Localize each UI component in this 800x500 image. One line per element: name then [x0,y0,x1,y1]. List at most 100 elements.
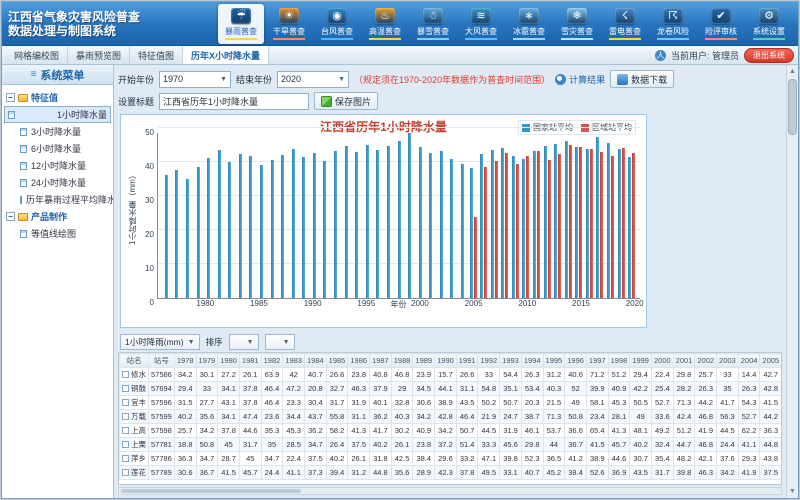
nav-item-6[interactable]: ≋大风普查 [458,4,504,44]
sort-field-select[interactable]: ▼ [229,334,259,350]
value-cell: 41.3 [608,424,630,438]
horizontal-scrollbar[interactable] [118,487,782,495]
nav-item-11[interactable]: ✔险评审核 [698,4,744,44]
col-header-station[interactable]: 站名 [120,354,149,368]
scroll-up-icon[interactable]: ▲ [787,66,798,77]
col-header-year[interactable]: 1993 [500,354,522,368]
col-header-year[interactable]: 1985 [326,354,348,368]
table-row[interactable]: 修水5758634.230.127.226.163.94240.726.623.… [120,368,783,382]
vertical-scrollbar-thumb[interactable] [788,79,797,135]
col-header-year[interactable]: 2000 [651,354,673,368]
collapse-icon[interactable]: − [6,212,15,221]
col-header-year[interactable]: 1981 [239,354,261,368]
row-checkbox[interactable] [122,399,129,406]
nav-item-4[interactable]: ♨高温普查 [362,4,408,44]
col-header-year[interactable]: 2005 [760,354,782,368]
col-header-year[interactable]: 1996 [565,354,587,368]
sort-order-select[interactable]: ▼ [265,334,295,350]
tree-item-1-6[interactable]: 历年暴雨过程平均降水量 [4,191,111,208]
value-cell: 52.7 [738,410,760,424]
calculate-button[interactable]: 计算结果 [555,73,605,86]
col-header-year[interactable]: 1998 [608,354,630,368]
col-header-year[interactable]: 1986 [348,354,370,368]
tree-item-2-1[interactable]: 等值线绘图 [4,225,111,242]
col-header-year[interactable]: 1979 [196,354,218,368]
nav-item-5[interactable]: ☃暴雪普查 [410,4,456,44]
scroll-down-icon[interactable]: ▼ [787,486,798,497]
table-row[interactable]: 上高5759825.734.237.844.635.345.336.258.24… [120,424,783,438]
table-row[interactable]: 萍乡5778636.334.728.74534.722.437.540.226.… [120,452,783,466]
nav-item-8[interactable]: ❄雪灾普查 [554,4,600,44]
row-checkbox[interactable] [122,427,129,434]
value-cell: 31.9 [500,424,522,438]
vertical-scrollbar[interactable]: ▲ ▼ [786,65,798,498]
x-tick-label: 1980 [196,299,214,308]
col-header-year[interactable]: 1982 [261,354,283,368]
row-checkbox[interactable] [122,441,129,448]
tab-3[interactable]: 特征值图 [130,46,183,64]
col-header-year[interactable]: 1983 [283,354,305,368]
col-header-year[interactable]: 2004 [738,354,760,368]
value-cell: 44.5 [478,424,500,438]
row-checkbox[interactable] [122,455,129,462]
tree-item-1-5[interactable]: 24小时降水量 [4,174,111,191]
col-header-year[interactable]: 1991 [456,354,478,368]
nav-item-10[interactable]: ☈龙卷风险 [650,4,696,44]
col-header-year[interactable]: 1995 [543,354,565,368]
tab-4[interactable]: 历年X小时降水量 [183,46,269,64]
nav-item-2[interactable]: ☀干旱普查 [266,4,312,44]
col-header-year[interactable]: 1994 [521,354,543,368]
download-button[interactable]: 数据下载 [610,70,674,88]
value-cell: 34.1 [218,410,240,424]
row-checkbox[interactable] [122,385,129,392]
horizontal-scrollbar-thumb[interactable] [121,489,301,493]
tab-2[interactable]: 暴雨预览图 [68,46,130,64]
tree-item-1-2[interactable]: 3小时降水量 [4,123,111,140]
value-cell: 26.1 [348,452,370,466]
nav-item-1[interactable]: ☔暴雨普查 [218,4,264,44]
table-row[interactable]: 铜鼓5769429.43334.137.846.447.220.832.746.… [120,382,783,396]
nav-item-label: 雷电普查 [609,26,641,40]
tree-group-2[interactable]: −产品制作 [4,208,111,225]
table-row[interactable]: 万载5759940.235.634.147.423.634.443.755.83… [120,410,783,424]
tree-group-1[interactable]: −特征值 [4,89,111,106]
start-year-select[interactable]: 1970 ▼ [159,71,231,88]
collapse-icon[interactable]: − [6,93,15,102]
end-year-select[interactable]: 2020 ▼ [277,71,349,88]
bar-group-1980 [203,133,214,298]
row-checkbox[interactable] [122,413,129,420]
col-header-year[interactable]: 1999 [630,354,652,368]
row-checkbox[interactable] [122,469,129,476]
chart-title-input[interactable] [159,93,309,110]
col-header-year[interactable]: 1992 [478,354,500,368]
col-header-year[interactable]: 1997 [586,354,608,368]
nav-item-3[interactable]: ◉台风普查 [314,4,360,44]
col-header-year[interactable]: 1987 [370,354,392,368]
col-header-year[interactable]: 2001 [673,354,695,368]
nav-item-12[interactable]: ⚙系统设置 [746,4,792,44]
table-row[interactable]: 宜丰5759631.527.743.137.846.423.330.431.73… [120,396,783,410]
col-header-year[interactable]: 2002 [695,354,717,368]
nav-item-9[interactable]: ☇雷电普查 [602,4,648,44]
nav-item-7[interactable]: ∗冰雹普查 [506,4,552,44]
tree-item-1-3[interactable]: 6小时降水量 [4,140,111,157]
row-checkbox[interactable] [122,371,129,378]
value-cell: 34.4 [283,410,305,424]
table-row[interactable]: 莲花5778930.636.741.545.724.441.137.339.43… [120,466,783,480]
col-header-id[interactable]: 站号 [149,354,175,368]
save-image-button[interactable]: 保存图片 [314,92,378,110]
logout-button[interactable]: 退出系统 [744,48,794,63]
value-cell: 42.8 [435,410,457,424]
col-header-year[interactable]: 2003 [717,354,739,368]
col-header-year[interactable]: 1988 [391,354,413,368]
tree-item-1-4[interactable]: 12小时降水量 [4,157,111,174]
measure-select[interactable]: 1小时降雨(mm) ▼ [120,334,200,350]
tab-1[interactable]: 网格编校图 [6,46,68,64]
col-header-year[interactable]: 1978 [174,354,196,368]
col-header-year[interactable]: 1984 [304,354,326,368]
col-header-year[interactable]: 1990 [435,354,457,368]
tree-item-1-1[interactable]: 1小时降水量 [4,106,111,123]
col-header-year[interactable]: 1980 [218,354,240,368]
table-row[interactable]: 上栗5778118.850.84531.73528.534.726.437.54… [120,438,783,452]
col-header-year[interactable]: 1989 [413,354,435,368]
